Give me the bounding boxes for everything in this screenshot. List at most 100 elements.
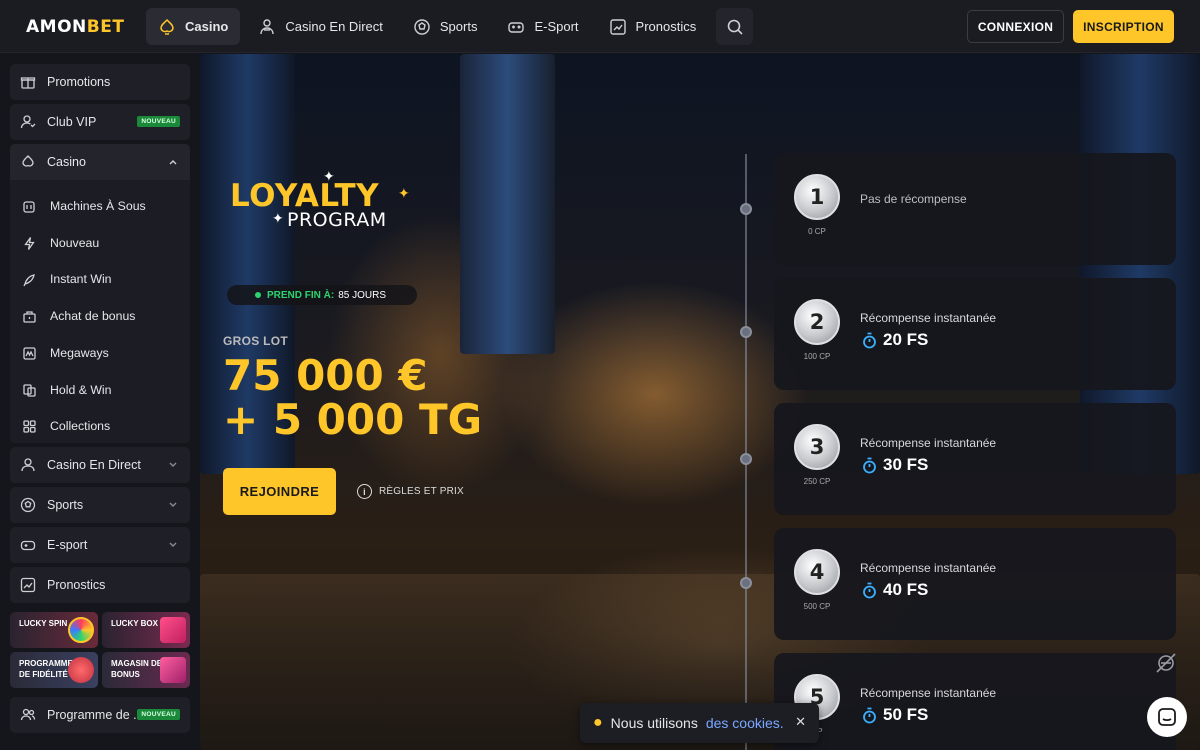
new-badge: NOUVEAU [137,709,180,720]
close-icon[interactable]: ✕ [795,714,806,730]
grid-icon [23,419,36,433]
dealer-icon [260,18,275,34]
sidebar-item-pronostics[interactable]: Pronostics [10,567,190,603]
search-button[interactable] [716,8,754,45]
timeline-dot [740,203,752,215]
soccer-ball-icon [20,497,36,513]
cookie-banner: ● Nous utilisons des cookies. ✕ [580,703,819,743]
sidebar-sub-hold-win[interactable]: Hold & Win [22,375,112,405]
level-title: Récompense instantanée [860,561,997,575]
sidebar-item-referral[interactable]: Programme de ... NOUVEAU [10,697,190,733]
tile-lucky-spin[interactable]: LUCKY SPIN [10,612,98,648]
level-coin: 1 [794,174,840,220]
timeline-dot [740,453,752,465]
sidebar-sub-collections[interactable]: Collections [22,411,110,441]
nav-esport[interactable]: E-Sport [495,8,590,45]
level-coin: 4 [794,549,840,595]
gamepad-icon [20,540,36,551]
new-badge: NOUVEAU [137,116,180,127]
stopwatch-icon [863,332,876,348]
cookie-icon: ● [593,714,603,731]
levels-timeline [745,154,747,750]
jackpot-label: GROS LOT [223,334,289,348]
sidebar-item-promotions[interactable]: Promotions [10,64,190,100]
main-nav: Casino Casino En Direct Sports E-Sport P… [146,8,754,45]
crossed-eye-icon [1156,653,1176,673]
dealer-icon [21,458,35,472]
casino-icon [160,18,174,35]
sidebar-casino-group: Casino Machines À Sous Nouveau Instant W… [10,144,190,443]
level-coin: 2 [794,299,840,345]
stopwatch-icon [863,457,876,473]
level-card-5[interactable]: 5 CP Récompense instantanée 50 FS [774,653,1176,750]
stopwatch-icon [863,707,876,723]
sidebar-item-casino[interactable]: Casino [10,144,190,180]
sparkle-icon: ✦ [398,185,410,201]
sidebar-sub-new[interactable]: Nouveau [22,228,99,258]
timeline-dot [740,326,752,338]
nav-sports[interactable]: Sports [401,8,490,45]
slot-machine-icon [23,200,35,213]
sidebar-sub-bonus-buy[interactable]: Achat de bonus [22,301,135,331]
chevron-down-icon [169,462,177,467]
signup-button[interactable]: INSCRIPTION [1073,10,1174,43]
sidebar-item-sports[interactable]: Sports [10,487,190,523]
disable-animations-button[interactable] [1151,648,1181,678]
jackpot-bonus: + 5 000 TG [223,395,483,444]
jackpot-amount: 75 000 € [223,351,428,400]
level-title: Récompense instantanée [860,436,997,450]
map-pin-icon [68,657,94,683]
soccer-ball-icon [414,18,430,35]
top-bar: AMONBET Casino Casino En Direct Sports E… [0,0,1200,53]
chat-icon [1158,708,1176,726]
chevron-down-icon [169,542,177,547]
cookie-link[interactable]: des cookies. [706,715,784,731]
chart-icon [20,577,36,593]
nav-casino[interactable]: Casino [146,8,241,45]
sidebar-item-esport[interactable]: E-sport [10,527,190,563]
level-card-1[interactable]: 1 0 CP Pas de récompense [774,153,1176,265]
level-reward: 20 FS [862,330,928,350]
tile-lucky-box[interactable]: LUCKY BOX [102,612,190,648]
hold-win-icon [23,383,36,397]
rules-link[interactable]: i RÈGLES ET PRIX [357,484,464,499]
login-button[interactable]: CONNEXION [967,10,1064,43]
logo[interactable]: AMONBET [26,17,124,37]
loyalty-hero: ✦ ✦ ✦ LOYALTY PROGRAM PREND FIN À: 85 JO… [200,54,1200,750]
timeline-dot [740,577,752,589]
wheel-icon [68,617,94,643]
rocket-icon [23,273,35,286]
level-reward: 40 FS [862,580,928,600]
tile-loyalty-program[interactable]: PROGRAMME DE FIDÉLITÉ [10,652,98,688]
user-vip-icon [20,115,36,129]
level-card-2[interactable]: 2 100 CP Récompense instantanée 20 FS [774,278,1176,390]
tile-bonus-shop[interactable]: MAGASIN DES BONUS [102,652,190,688]
nav-pronostics[interactable]: Pronostics [597,8,709,45]
sidebar-sub-megaways[interactable]: Megaways [22,338,109,368]
level-title: Récompense instantanée [860,686,997,700]
sidebar-sub-instant-win[interactable]: Instant Win [22,264,112,294]
bonus-buy-icon [23,310,36,323]
sidebar-item-casino-direct[interactable]: Casino En Direct [10,447,190,483]
level-card-3[interactable]: 3 250 CP Récompense instantanée 30 FS [774,403,1176,515]
info-icon: i [357,484,372,499]
level-reward: 30 FS [862,455,928,475]
chat-button[interactable] [1147,697,1187,737]
join-button[interactable]: REJOINDRE [223,468,336,515]
level-card-4[interactable]: 4 500 CP Récompense instantanée 40 FS [774,528,1176,640]
level-title: Pas de récompense [860,192,967,206]
chart-icon [609,18,626,35]
level-title: Récompense instantanée [860,311,997,325]
nav-casino-live[interactable]: Casino En Direct [246,8,395,45]
sidebar-sub-slots[interactable]: Machines À Sous [22,191,146,221]
level-cp: 500 CP [803,602,831,611]
pillar-decoration [460,54,555,354]
sidebar: Promotions Club VIP NOUVEAU Casino Machi… [0,54,200,750]
status-dot [255,292,261,298]
users-icon [20,708,36,721]
shopping-bag-icon [160,657,186,683]
chevron-down-icon [169,502,177,507]
sidebar-item-club-vip[interactable]: Club VIP NOUVEAU [10,104,190,140]
casino-icon [22,155,34,167]
level-cp: 100 CP [803,352,831,361]
